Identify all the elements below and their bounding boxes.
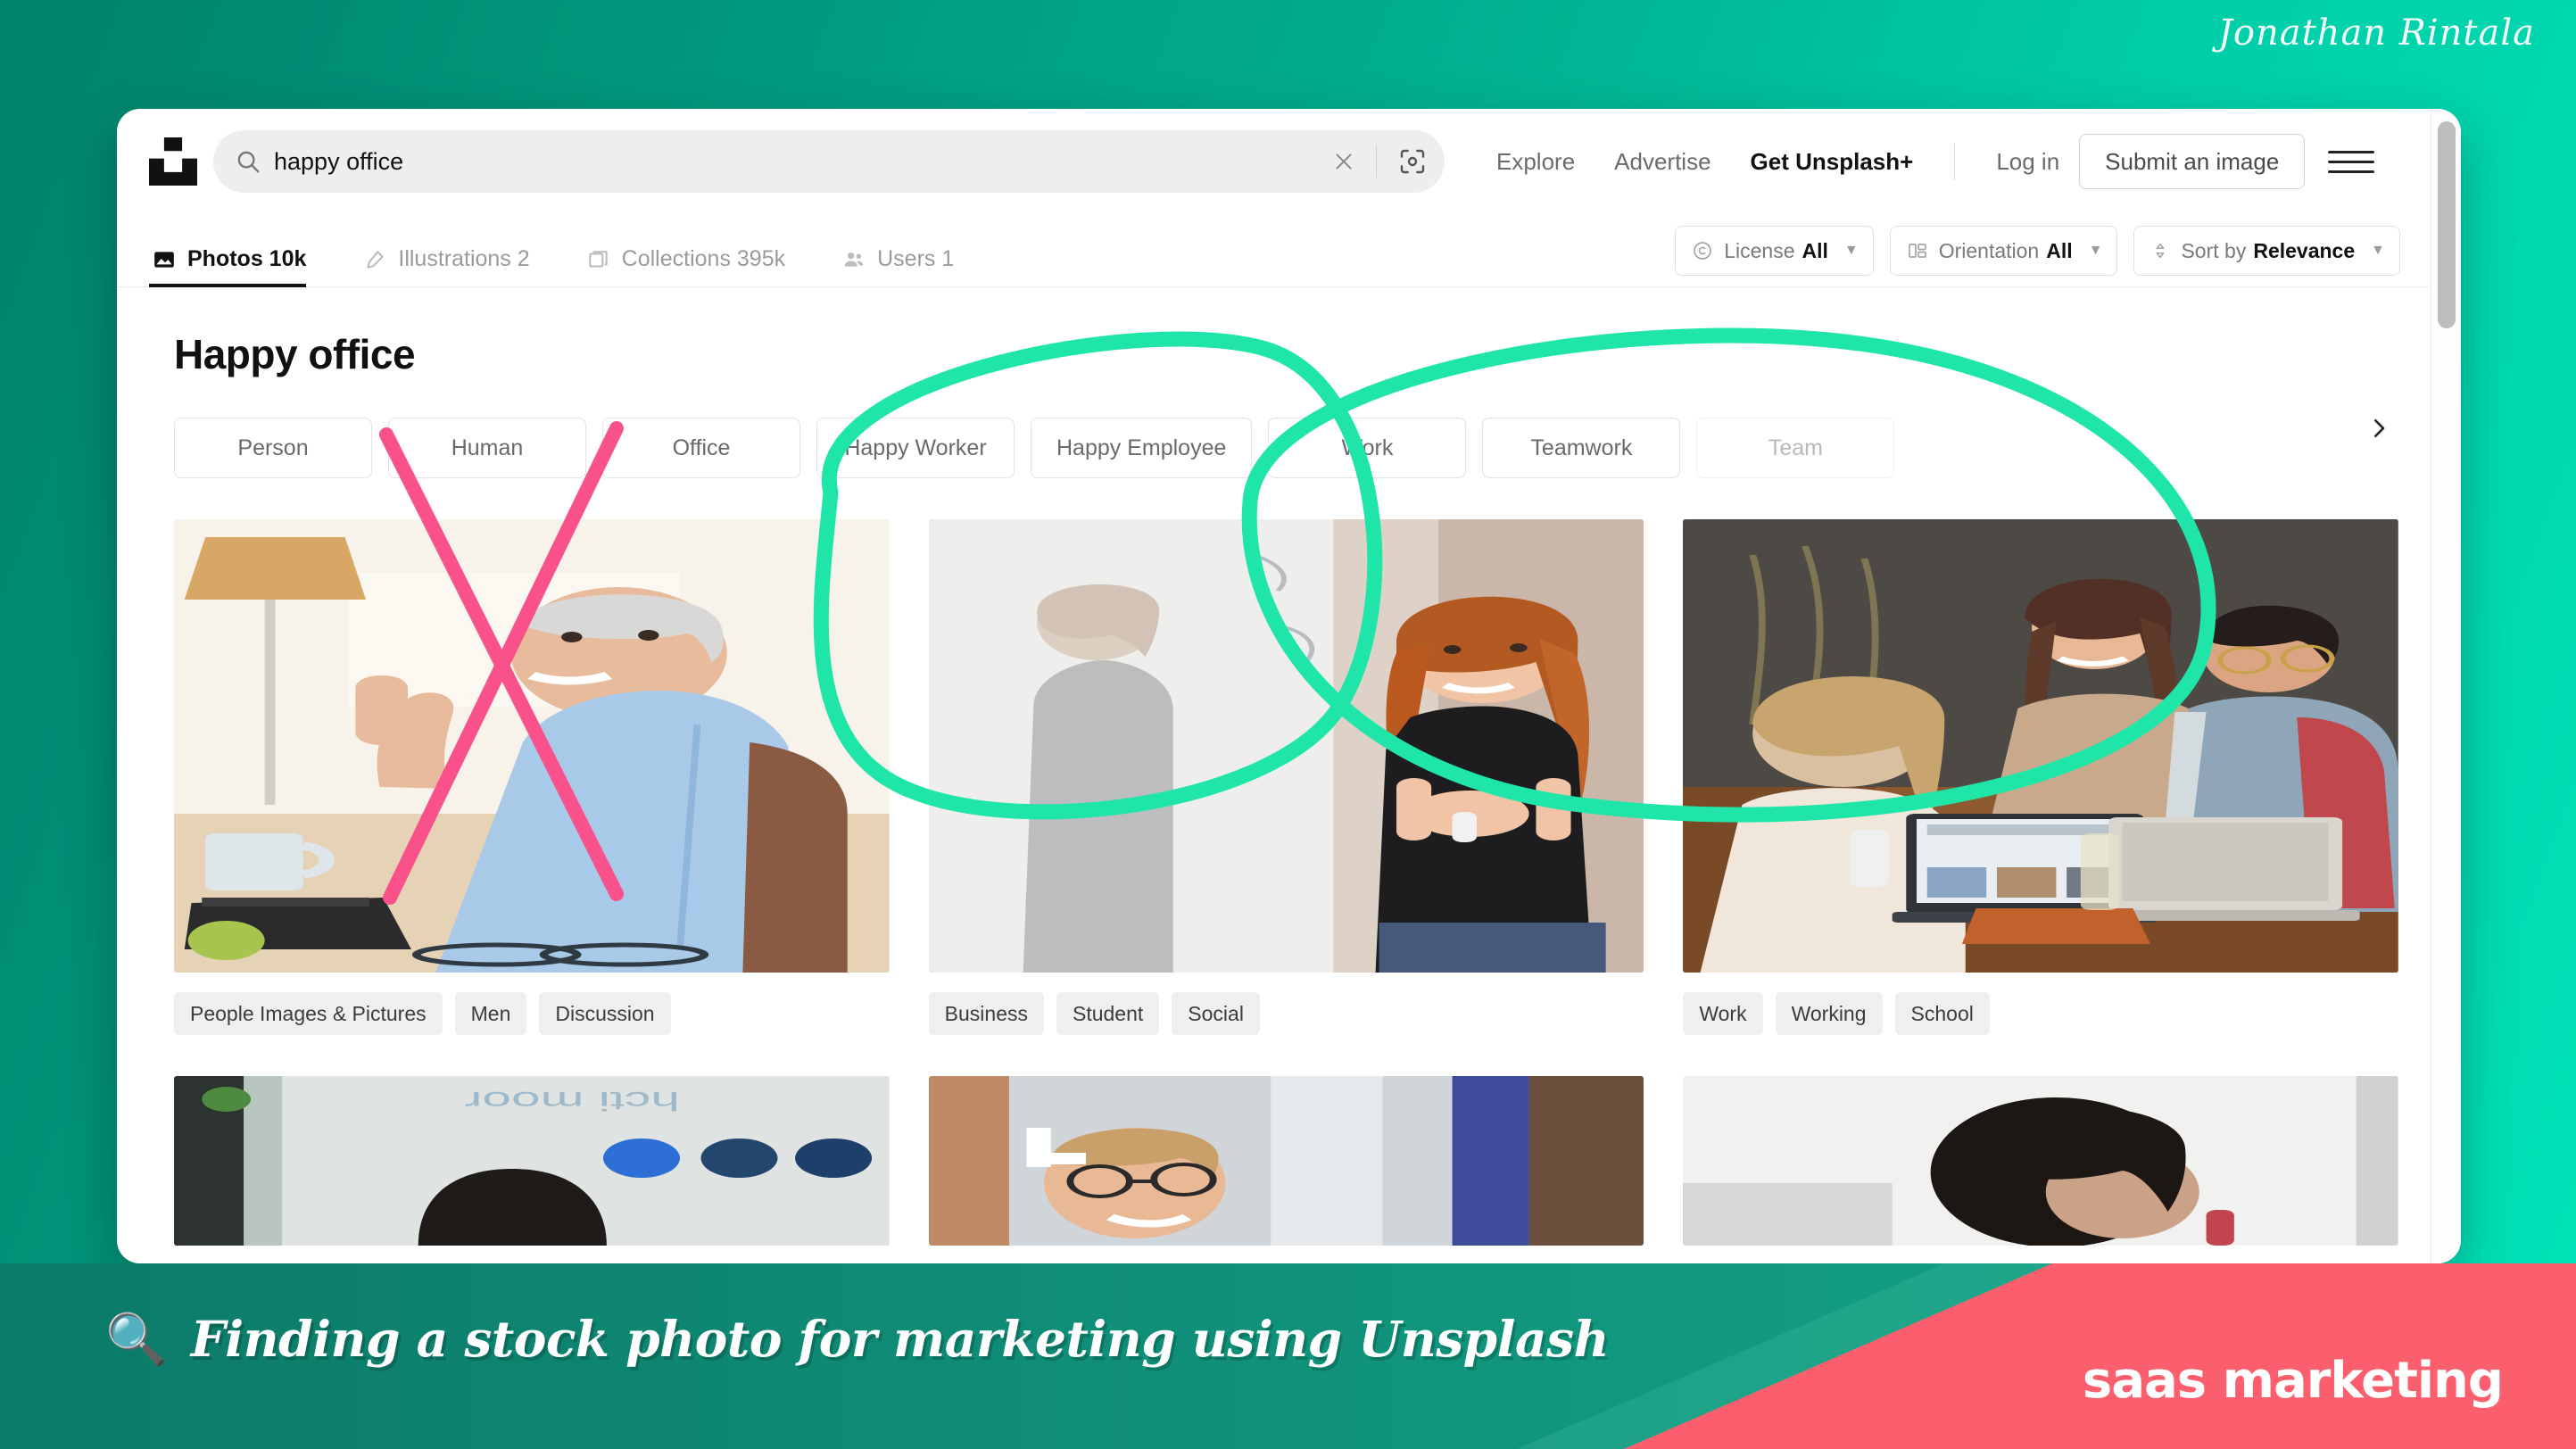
chevron-right-icon[interactable] [2354, 398, 2404, 459]
related-tag-chip[interactable]: Team [1696, 418, 1894, 478]
nav-get-unsplash-plus[interactable]: Get Unsplash+ [1731, 148, 1934, 176]
caption-block: 🔍 Finding a stock photo for marketing us… [105, 1310, 1609, 1368]
filter-license-label: License [1724, 239, 1794, 263]
unsplash-logo[interactable] [149, 137, 197, 186]
photo-thumbnail[interactable] [929, 1076, 1644, 1246]
filter-orientation-value: All [2046, 239, 2072, 263]
caption-text: Finding a stock photo for marketing usin… [191, 1310, 1609, 1368]
bottom-caption-bar: 🔍 Finding a stock photo for marketing us… [0, 1263, 2576, 1449]
vertical-scrollbar[interactable] [2431, 109, 2461, 1263]
results-content: Happy office Person Human Office Happy W… [117, 287, 2431, 1246]
photo-tag[interactable]: Discussion [539, 992, 670, 1035]
filter-orientation-label: Orientation [1939, 239, 2040, 263]
tab-photos-label: Photos 10k [187, 246, 306, 272]
clear-search-button[interactable] [1324, 142, 1363, 181]
hamburger-menu-icon[interactable] [2328, 138, 2374, 185]
tab-illustrations-label: Illustrations 2 [398, 246, 529, 272]
photo-grid-row-1: People Images & Pictures Men Discussion [149, 478, 2398, 1035]
filter-license[interactable]: License All ▼ [1675, 226, 1874, 276]
photo-card: hcti moor [174, 1076, 890, 1246]
photo-card: Business Student Social [929, 519, 1644, 1035]
magnifier-icon: 🔍 [105, 1314, 168, 1364]
svg-text:hcti moor: hcti moor [465, 1087, 680, 1116]
tab-users-label: Users 1 [877, 246, 954, 272]
tab-collections-label: Collections 395k [622, 246, 785, 272]
related-tag-chip[interactable]: Person [174, 418, 372, 478]
photo-tag[interactable]: School [1895, 992, 1990, 1035]
related-tag-chip[interactable]: Human [388, 418, 586, 478]
search-bar[interactable] [213, 130, 1445, 193]
chevron-down-icon: ▼ [1844, 243, 1859, 259]
photo-grid-row-2: hcti moor [149, 1035, 2398, 1246]
author-signature: Jonathan Rintala [2218, 12, 2535, 54]
filter-license-value: All [1802, 239, 1827, 263]
photo-thumbnail[interactable]: hcti moor [174, 1076, 890, 1246]
page-title: Happy office [149, 287, 2398, 378]
tab-users[interactable]: Users 1 [839, 246, 977, 286]
sort-icon [2150, 240, 2170, 261]
login-link[interactable]: Log in [1976, 148, 2079, 176]
main-nav: Explore Advertise Get Unsplash+ Log in S… [1477, 134, 2374, 189]
visual-search-icon[interactable] [1389, 138, 1436, 185]
search-input[interactable] [274, 148, 1312, 176]
photo-tag[interactable]: Student [1056, 992, 1159, 1035]
brand-block: saas marketing [1452, 1263, 2576, 1449]
nav-explore[interactable]: Explore [1477, 148, 1594, 176]
site-header: Explore Advertise Get Unsplash+ Log in S… [117, 109, 2431, 214]
nav-advertise[interactable]: Advertise [1594, 148, 1730, 176]
photo-tag[interactable]: Business [929, 992, 1044, 1035]
related-tag-chip[interactable]: Happy Worker [816, 418, 1015, 478]
photo-card [1683, 1076, 2398, 1246]
scrollbar-thumb[interactable] [2438, 121, 2456, 328]
page-viewport: Explore Advertise Get Unsplash+ Log in S… [117, 109, 2431, 1263]
search-tabs-bar: Photos 10k Illustrations 2 Collections 3… [117, 214, 2431, 287]
chevron-down-icon: ▼ [2371, 243, 2385, 259]
filter-group: License All ▼ Orientation All ▼ Sort by … [1675, 226, 2400, 286]
orientation-icon [1907, 240, 1928, 261]
photo-tag[interactable]: Social [1172, 992, 1260, 1035]
related-tag-chip[interactable]: Happy Employee [1031, 418, 1252, 478]
photo-tag[interactable]: People Images & Pictures [174, 992, 443, 1035]
chevron-down-icon: ▼ [2089, 243, 2103, 259]
browser-window: Explore Advertise Get Unsplash+ Log in S… [117, 109, 2461, 1263]
photo-tag-list: People Images & Pictures Men Discussion [174, 973, 890, 1035]
filter-orientation[interactable]: Orientation All ▼ [1890, 226, 2118, 276]
tab-illustrations[interactable]: Illustrations 2 [360, 246, 552, 286]
filter-sort-label: Sort by [2181, 239, 2246, 263]
related-tag-chip[interactable]: Work [1268, 418, 1466, 478]
photo-card: Work Working School [1683, 519, 2398, 1035]
filter-sort-by[interactable]: Sort by Relevance ▼ [2133, 226, 2400, 276]
photo-card [929, 1076, 1644, 1246]
related-tags-row: Person Human Office Happy Worker Happy E… [149, 378, 2398, 478]
photo-tag[interactable]: Men [455, 992, 527, 1035]
submit-an-image-button[interactable]: Submit an image [2079, 134, 2305, 189]
photo-tag[interactable]: Work [1683, 992, 1762, 1035]
related-tag-chip[interactable]: Teamwork [1482, 418, 1680, 478]
photo-thumbnail[interactable] [929, 519, 1644, 973]
related-tag-chip[interactable]: Office [602, 418, 800, 478]
photo-tag-list: Business Student Social [929, 973, 1644, 1035]
brand-name: saas marketing [2083, 1352, 2503, 1410]
tab-collections[interactable]: Collections 395k [584, 246, 808, 286]
tab-photos[interactable]: Photos 10k [149, 246, 329, 286]
photo-thumbnail[interactable] [174, 519, 890, 973]
photo-tag-list: Work Working School [1683, 973, 2398, 1035]
copyright-icon [1692, 240, 1713, 261]
search-icon [235, 148, 261, 175]
nav-divider [1954, 143, 1955, 180]
filter-sort-value: Relevance [2253, 239, 2355, 263]
photo-thumbnail[interactable] [1683, 519, 2398, 973]
tab-list: Photos 10k Illustrations 2 Collections 3… [149, 246, 1007, 286]
search-divider [1376, 145, 1377, 178]
photo-tag[interactable]: Working [1776, 992, 1883, 1035]
photo-card: People Images & Pictures Men Discussion [174, 519, 890, 1035]
photo-thumbnail[interactable] [1683, 1076, 2398, 1246]
